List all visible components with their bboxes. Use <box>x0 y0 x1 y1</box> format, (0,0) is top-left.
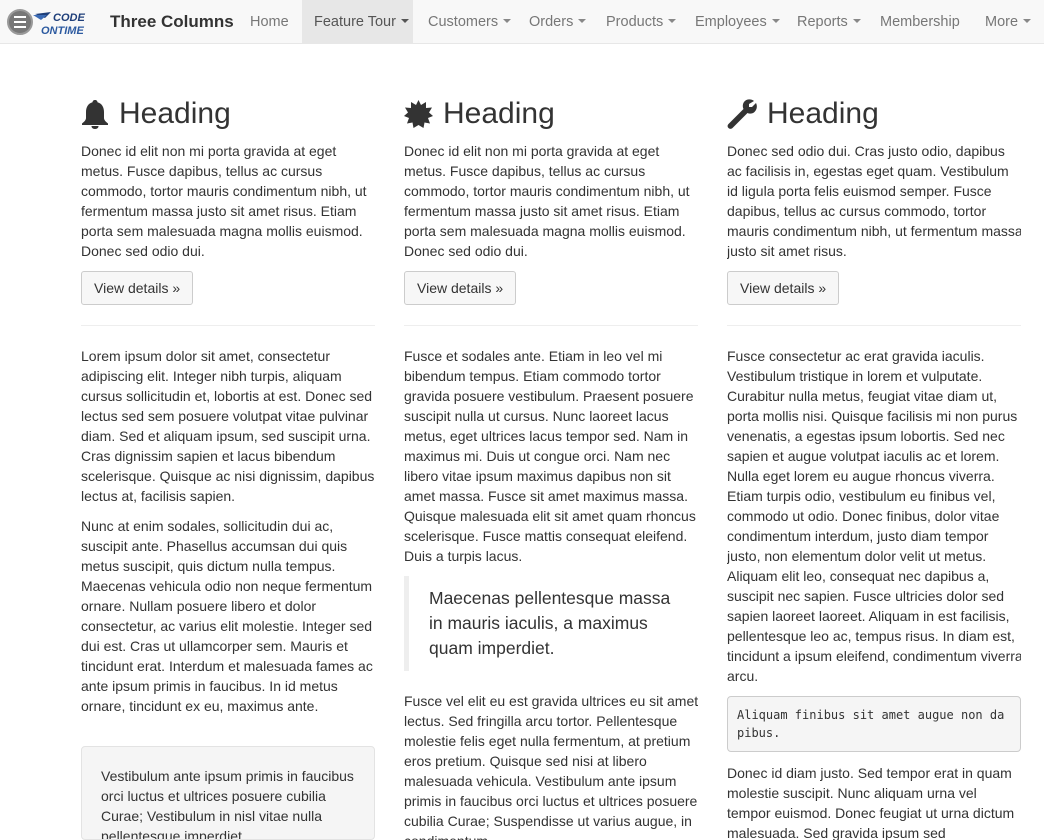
menu-icon[interactable] <box>7 9 33 35</box>
chevron-down-icon <box>668 19 677 24</box>
nav-home[interactable]: Home <box>238 0 301 44</box>
chevron-down-icon <box>400 19 409 24</box>
chevron-down-icon <box>852 19 861 24</box>
nav-employees[interactable]: Employees <box>683 0 792 44</box>
column-1: Heading Donec id elit non mi porta gravi… <box>81 44 375 840</box>
wrench-icon <box>727 99 757 129</box>
top-navbar: CODE ONTIME Three Columns Home Feature T… <box>0 0 1044 44</box>
column-1-view-details-button[interactable]: View details » <box>81 271 194 305</box>
column-3-view-details-button[interactable]: View details » <box>727 271 840 305</box>
nav-orders-label: Orders <box>529 14 574 30</box>
nav-customers[interactable]: Customers <box>416 0 523 44</box>
nav-membership[interactable]: Membership <box>868 0 972 44</box>
logo-text-top: CODE <box>53 12 85 24</box>
code-on-time-logo[interactable]: CODE ONTIME <box>33 9 99 36</box>
column-2-blockquote: Maecenas pellentesque massa in mauris ia… <box>404 576 698 671</box>
column-2-paragraph-1: Fusce et sodales ante. Etiam in leo vel … <box>404 348 696 564</box>
bell-icon <box>82 100 108 129</box>
column-3-paragraph-1: Fusce consectetur ac erat gravida iaculi… <box>727 348 1021 684</box>
nav-orders[interactable]: Orders <box>517 0 598 44</box>
chevron-down-icon <box>503 19 512 24</box>
nav-customers-label: Customers <box>428 14 499 30</box>
nav-reports[interactable]: Reports <box>785 0 873 44</box>
column-2-intro: Donec id elit non mi porta gravida at eg… <box>404 143 690 259</box>
nav-reports-label: Reports <box>797 14 848 30</box>
column-2-divider <box>404 325 698 326</box>
nav-feature-tour[interactable]: Feature Tour <box>302 0 413 44</box>
column-1-paragraph-2: Nunc at enim sodales, sollicitudin dui a… <box>81 518 373 714</box>
column-2-paragraph-2: Fusce vel elit eu est gravida ultrices e… <box>404 693 698 840</box>
chevron-down-icon <box>771 19 780 24</box>
column-1-heading: Heading <box>81 94 231 134</box>
chevron-down-icon <box>1023 19 1032 24</box>
column-1-intro: Donec id elit non mi porta gravida at eg… <box>81 143 367 259</box>
column-1-paragraph-1: Lorem ipsum dolor sit amet, consectetur … <box>81 348 375 504</box>
column-3-heading-text: Heading <box>767 97 879 130</box>
certificate-icon <box>404 99 433 128</box>
column-1-heading-text: Heading <box>119 97 231 130</box>
column-3-code-block: Aliquam finibus sit amet augue non dapib… <box>727 696 1021 752</box>
nav-products[interactable]: Products <box>594 0 688 44</box>
column-2-heading-text: Heading <box>443 97 555 130</box>
column-2-heading: Heading <box>404 94 555 134</box>
nav-employees-label: Employees <box>695 14 767 30</box>
column-1-well: Vestibulum ante ipsum primis in faucibus… <box>81 746 375 840</box>
app-title[interactable]: Three Columns <box>110 12 234 32</box>
nav-products-label: Products <box>606 14 664 30</box>
nav-more-label: More <box>985 14 1019 30</box>
column-3-heading: Heading <box>727 94 879 134</box>
column-3: Heading Donec sed odio dui. Cras justo o… <box>727 44 1021 840</box>
column-3-intro: Donec sed odio dui. Cras justo odio, dap… <box>727 143 1021 259</box>
chevron-down-icon <box>578 19 587 24</box>
logo-text-bottom: ONTIME <box>41 25 84 36</box>
nav-feature-tour-label: Feature Tour <box>314 14 396 30</box>
nav-home-label: Home <box>250 14 289 30</box>
column-3-divider <box>727 325 1021 326</box>
nav-membership-label: Membership <box>880 14 960 30</box>
column-1-divider <box>81 325 375 326</box>
column-2-view-details-button[interactable]: View details » <box>404 271 517 305</box>
column-3-paragraph-2: Donec id diam justo. Sed tempor erat in … <box>727 765 1015 840</box>
nav-more[interactable]: More <box>973 0 1043 44</box>
column-2: Heading Donec id elit non mi porta gravi… <box>404 44 698 840</box>
